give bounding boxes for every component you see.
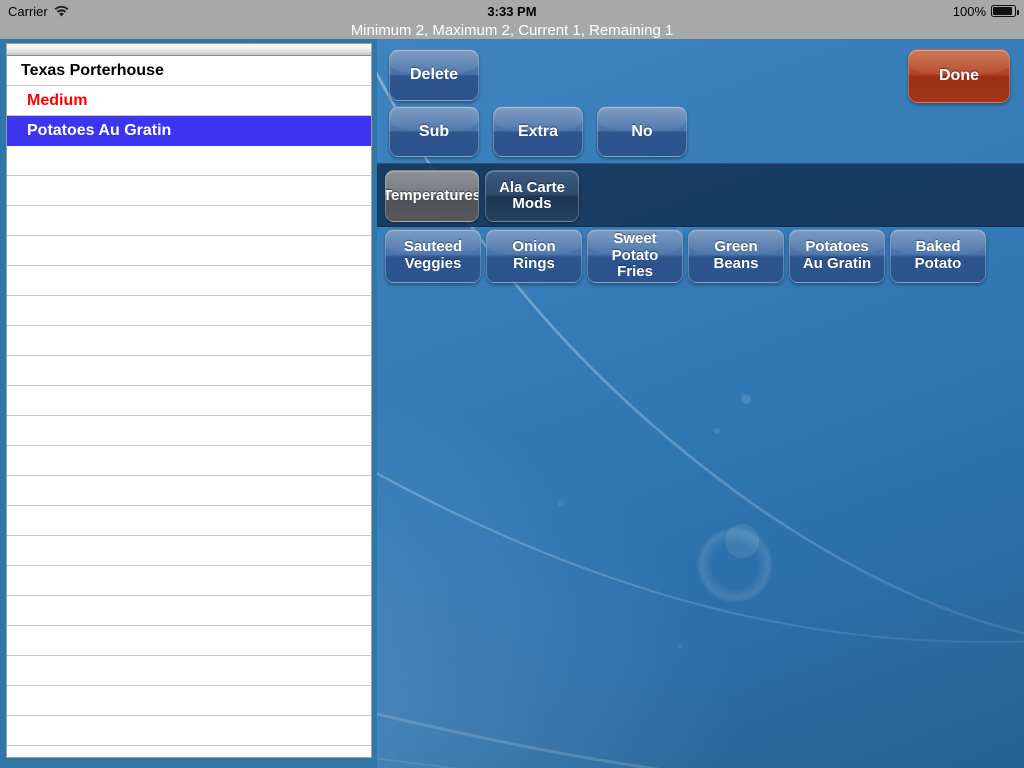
order-row-empty[interactable] bbox=[7, 326, 371, 356]
order-row-empty[interactable] bbox=[7, 476, 371, 506]
order-row-2[interactable]: Potatoes Au Gratin bbox=[7, 116, 371, 146]
order-row-empty[interactable] bbox=[7, 656, 371, 686]
ipad-screen: Texas PorterhouseMediumPotatoes Au Grati… bbox=[0, 0, 1024, 768]
extra-button-label: Extra bbox=[514, 123, 562, 141]
done-button[interactable]: Done bbox=[908, 49, 1010, 103]
sub-button[interactable]: Sub bbox=[389, 106, 479, 157]
sub-button-label: Sub bbox=[415, 123, 453, 141]
order-row-empty[interactable] bbox=[7, 296, 371, 326]
modifier-button-baked-potato[interactable]: Baked Potato bbox=[890, 229, 986, 283]
modifier-button-row: Sauteed VeggiesOnion RingsSweet Potato F… bbox=[377, 227, 1024, 289]
modifier-button-label: Green Beans bbox=[689, 239, 783, 273]
modifier-button-label: Baked Potato bbox=[891, 239, 985, 273]
status-bar: Carrier 3:33 PM 100% bbox=[0, 0, 1024, 22]
order-rows-container: Texas PorterhouseMediumPotatoes Au Grati… bbox=[7, 56, 371, 758]
no-button-label: No bbox=[627, 123, 656, 141]
no-button[interactable]: No bbox=[597, 106, 687, 157]
order-row-empty[interactable] bbox=[7, 686, 371, 716]
tab-ala-carte-mods[interactable]: Ala Carte Mods bbox=[485, 170, 579, 222]
order-row-0[interactable]: Texas Porterhouse bbox=[7, 56, 371, 86]
action-button-area: Delete Sub Extra No Done bbox=[377, 39, 1024, 163]
delete-button[interactable]: Delete bbox=[389, 49, 479, 101]
order-row-empty[interactable] bbox=[7, 446, 371, 476]
modifier-button-sauteed-veggies[interactable]: Sauteed Veggies bbox=[385, 229, 481, 283]
order-row-1[interactable]: Medium bbox=[7, 86, 371, 116]
modifier-button-label: Sauteed Veggies bbox=[386, 239, 480, 273]
modifier-button-label: Sweet Potato Fries bbox=[588, 231, 682, 281]
delete-button-label: Delete bbox=[406, 66, 462, 84]
extra-button[interactable]: Extra bbox=[493, 106, 583, 157]
order-row-empty[interactable] bbox=[7, 176, 371, 206]
order-item-list[interactable]: Texas PorterhouseMediumPotatoes Au Grati… bbox=[6, 43, 372, 758]
modifier-button-potatoes-au-gratin[interactable]: Potatoes Au Gratin bbox=[789, 229, 885, 283]
order-row-empty[interactable] bbox=[7, 596, 371, 626]
order-panel: Texas PorterhouseMediumPotatoes Au Grati… bbox=[0, 39, 377, 768]
page-title: Minimum 2, Maximum 2, Current 1, Remaini… bbox=[351, 22, 674, 39]
order-row-empty[interactable] bbox=[7, 716, 371, 746]
tab-temperatures[interactable]: Temperatures bbox=[385, 170, 479, 222]
order-row-empty[interactable] bbox=[7, 206, 371, 236]
clock: 3:33 PM bbox=[0, 4, 1024, 19]
tab-label: Ala Carte Mods bbox=[486, 180, 578, 213]
modifier-button-green-beans[interactable]: Green Beans bbox=[688, 229, 784, 283]
order-row-empty[interactable] bbox=[7, 626, 371, 656]
order-row-empty[interactable] bbox=[7, 416, 371, 446]
order-row-empty[interactable] bbox=[7, 266, 371, 296]
modifier-button-sweet-potato-fries[interactable]: Sweet Potato Fries bbox=[587, 229, 683, 283]
nav-bar: Minimum 2, Maximum 2, Current 1, Remaini… bbox=[0, 22, 1024, 39]
modifier-button-label: Potatoes Au Gratin bbox=[790, 239, 884, 273]
order-row-empty[interactable] bbox=[7, 146, 371, 176]
modifier-button-onion-rings[interactable]: Onion Rings bbox=[486, 229, 582, 283]
status-bar-right: 100% bbox=[953, 4, 1016, 19]
order-row-empty[interactable] bbox=[7, 506, 371, 536]
tab-label: Temperatures bbox=[385, 188, 479, 205]
order-row-empty[interactable] bbox=[7, 386, 371, 416]
order-row-empty[interactable] bbox=[7, 536, 371, 566]
order-row-empty[interactable] bbox=[7, 746, 371, 758]
list-header-bar bbox=[7, 44, 371, 56]
battery-full-icon bbox=[991, 5, 1016, 17]
done-button-label: Done bbox=[935, 67, 983, 85]
modifier-button-label: Onion Rings bbox=[487, 239, 581, 273]
order-row-empty[interactable] bbox=[7, 566, 371, 596]
order-row-empty[interactable] bbox=[7, 356, 371, 386]
modifier-category-tab-strip: Temperatures Ala Carte Mods bbox=[377, 163, 1024, 227]
order-row-empty[interactable] bbox=[7, 236, 371, 266]
battery-percent-label: 100% bbox=[953, 4, 986, 19]
